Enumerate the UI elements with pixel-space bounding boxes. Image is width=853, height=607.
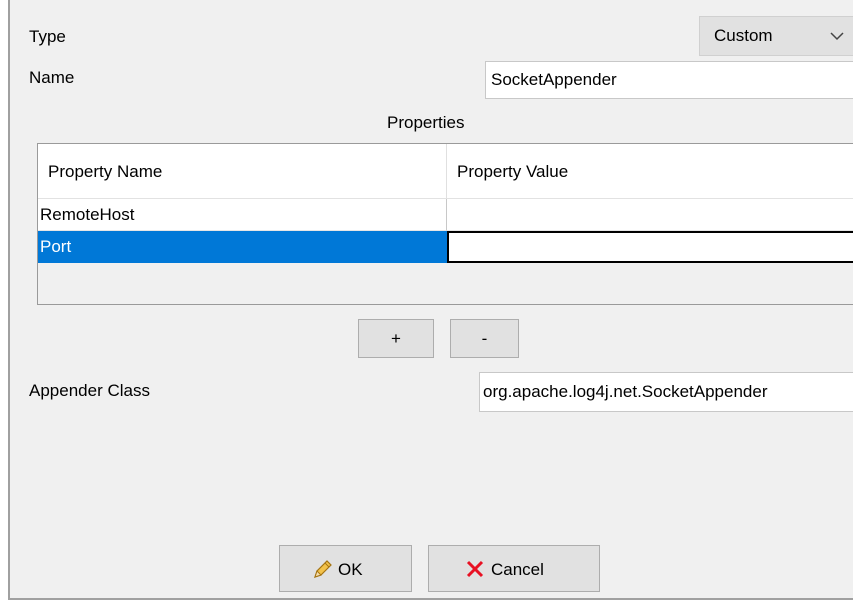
remove-button-label: - xyxy=(481,329,488,348)
properties-title: Properties xyxy=(387,113,465,132)
properties-table: Property Name Property Value RemoteHost … xyxy=(37,143,853,305)
column-header-property-name[interactable]: Property Name xyxy=(38,144,447,198)
property-name-cell[interactable]: Port xyxy=(38,231,447,263)
add-button-label: + xyxy=(391,329,401,348)
cancel-button-label: Cancel xyxy=(491,560,544,579)
type-label: Type xyxy=(29,27,66,46)
name-input-value: SocketAppender xyxy=(491,70,617,89)
appender-class-input[interactable]: org.apache.log4j.net.SocketAppender xyxy=(479,372,853,412)
column-header-label: Property Name xyxy=(48,162,163,181)
table-row-selected[interactable]: Port xyxy=(38,231,853,263)
chevron-down-icon xyxy=(830,32,844,41)
cancel-button[interactable]: Cancel xyxy=(428,545,600,592)
property-value-cell[interactable] xyxy=(447,199,853,231)
ok-button-label: OK xyxy=(338,560,363,579)
add-property-button[interactable]: + xyxy=(358,319,434,358)
remove-property-button[interactable]: - xyxy=(450,319,519,358)
pencil-icon xyxy=(314,560,332,578)
column-header-property-value[interactable]: Property Value xyxy=(447,144,853,198)
appender-class-input-value: org.apache.log4j.net.SocketAppender xyxy=(483,382,768,401)
appender-class-label: Appender Class xyxy=(29,381,150,400)
property-name-text: RemoteHost xyxy=(40,205,135,224)
property-value-cell-editing[interactable] xyxy=(447,231,853,263)
property-name-cell[interactable]: RemoteHost xyxy=(38,199,447,231)
close-icon xyxy=(466,560,484,578)
ok-button[interactable]: OK xyxy=(279,545,412,592)
name-label: Name xyxy=(29,68,75,87)
property-name-text: Port xyxy=(40,237,72,256)
table-row[interactable]: RemoteHost xyxy=(38,199,853,231)
name-input[interactable]: SocketAppender xyxy=(485,61,853,99)
column-header-label: Property Value xyxy=(457,162,569,181)
type-combobox[interactable]: Custom xyxy=(699,16,853,56)
appender-dialog: Type Custom Name SocketAppender Properti… xyxy=(8,0,853,600)
table-header: Property Name Property Value xyxy=(38,144,853,199)
type-combobox-value: Custom xyxy=(714,26,773,45)
